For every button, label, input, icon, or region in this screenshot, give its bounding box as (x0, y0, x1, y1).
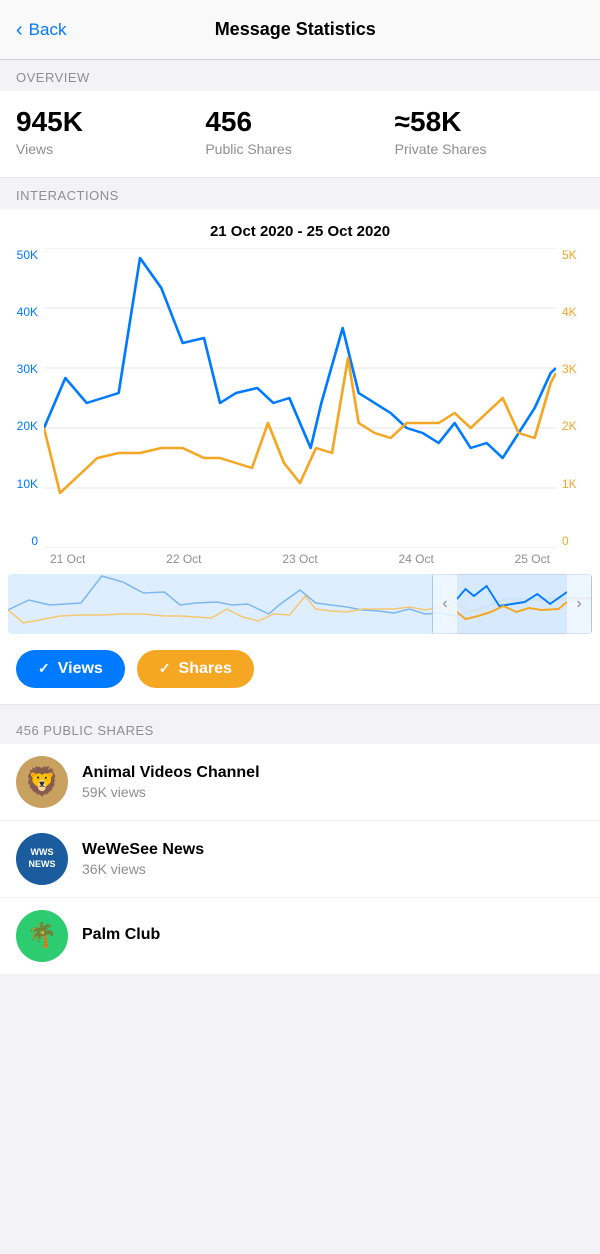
toggle-shares-button[interactable]: ✓ Shares (137, 650, 254, 688)
list-item[interactable]: 🦁 Animal Videos Channel 59K views (0, 744, 600, 821)
channel-name: WeWeSee News (82, 841, 584, 859)
chart-container: 50K 40K 30K 20K 10K 0 (0, 248, 600, 566)
channel-name: Animal Videos Channel (82, 764, 584, 782)
channel-info: Animal Videos Channel 59K views (82, 764, 584, 800)
main-chart-svg (44, 248, 556, 548)
shares-section-label: 456 PUBLIC SHARES (0, 713, 600, 744)
page-title: Message Statistics (66, 19, 524, 40)
list-item[interactable]: WWSNEWS WeWeSee News 36K views (0, 821, 600, 898)
mini-chart-prev-button[interactable]: ‹ (433, 574, 457, 634)
back-button[interactable]: ‹ Back (16, 20, 66, 40)
chart-area: 50K 40K 30K 20K 10K 0 (8, 248, 592, 548)
mini-chart-wrapper: ‹ › (8, 574, 592, 634)
toggle-shares-label: Shares (179, 660, 232, 678)
y-axis-left: 50K 40K 30K 20K 10K 0 (8, 248, 44, 548)
shares-check-icon: ✓ (159, 660, 171, 677)
channel-info: Palm Club (82, 926, 584, 946)
toggle-views-label: Views (58, 660, 103, 678)
channel-name: Palm Club (82, 926, 584, 944)
avatar: WWSNEWS (16, 833, 68, 885)
chart-svg-wrapper (44, 248, 556, 548)
y-axis-right: 5K 4K 3K 2K 1K 0 (556, 248, 592, 548)
stat-views-value: 945K (16, 107, 205, 138)
stat-private-shares-label: Private Shares (395, 141, 584, 157)
avatar: 🦁 (16, 756, 68, 808)
views-check-icon: ✓ (38, 660, 50, 677)
interactions-card: 21 Oct 2020 - 25 Oct 2020 50K 40K 30K 20… (0, 209, 600, 705)
x-label-22oct: 22 Oct (166, 552, 201, 566)
stat-public-shares: 456 Public Shares (205, 107, 394, 157)
avatar: 🌴 (16, 910, 68, 962)
stat-private-shares-value: ≈58K (395, 107, 584, 138)
x-label-24oct: 24 Oct (398, 552, 433, 566)
channel-list: 🦁 Animal Videos Channel 59K views WWSNEW… (0, 744, 600, 975)
interactions-section-label: INTERACTIONS (0, 178, 600, 209)
stat-public-shares-value: 456 (205, 107, 394, 138)
channel-info: WeWeSee News 36K views (82, 841, 584, 877)
public-shares-section: 456 PUBLIC SHARES 🦁 Animal Videos Channe… (0, 713, 600, 975)
back-chevron-icon: ‹ (16, 20, 23, 40)
mini-chart-detail-svg (457, 574, 567, 634)
stat-views: 945K Views (16, 107, 205, 157)
x-axis: 21 Oct 22 Oct 23 Oct 24 Oct 25 Oct (8, 548, 592, 566)
app-header: ‹ Back Message Statistics (0, 0, 600, 60)
list-item[interactable]: 🌴 Palm Club (0, 898, 600, 975)
toggle-row: ✓ Views ✓ Shares (0, 638, 600, 692)
stat-views-label: Views (16, 141, 205, 157)
stat-public-shares-label: Public Shares (205, 141, 394, 157)
channel-views: 36K views (82, 861, 584, 877)
x-label-21oct: 21 Oct (50, 552, 85, 566)
toggle-views-button[interactable]: ✓ Views (16, 650, 125, 688)
back-label: Back (29, 20, 67, 40)
x-label-25oct: 25 Oct (515, 552, 550, 566)
overview-section-label: OVERVIEW (0, 60, 600, 91)
x-label-23oct: 23 Oct (282, 552, 317, 566)
chart-date-range: 21 Oct 2020 - 25 Oct 2020 (0, 209, 600, 248)
mini-chart-next-button[interactable]: › (567, 574, 591, 634)
mini-chart-selection: ‹ › (432, 574, 592, 634)
channel-views: 59K views (82, 784, 584, 800)
overview-card: 945K Views 456 Public Shares ≈58K Privat… (0, 91, 600, 178)
stat-private-shares: ≈58K Private Shares (395, 107, 584, 157)
